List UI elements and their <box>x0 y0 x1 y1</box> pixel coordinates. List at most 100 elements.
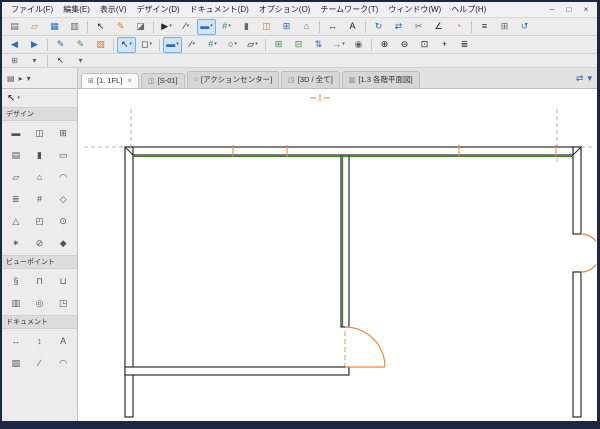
menu-document[interactable]: ドキュメント(D) <box>185 3 254 16</box>
zone-tool[interactable]: ◰ <box>28 211 52 231</box>
organizer-button[interactable]: ⊞ <box>495 19 514 35</box>
door-tool-button[interactable]: ◫ <box>257 19 276 35</box>
lamp-tool[interactable]: ✶ <box>4 233 28 253</box>
panel-expand-button[interactable]: ▸ <box>19 74 23 83</box>
text-tool[interactable]: A <box>51 331 75 351</box>
floor-plan-canvas[interactable] <box>78 89 597 421</box>
toolbox-panel-button[interactable]: ▤ <box>7 74 15 83</box>
layer-list-button[interactable]: ≣ <box>455 37 474 53</box>
menu-window[interactable]: ウィンドウ(W) <box>383 3 446 16</box>
arrow-tool-button[interactable]: ▶ ▾ <box>157 19 176 35</box>
roof-tool[interactable]: ⌂ <box>28 167 52 187</box>
back-button[interactable]: ◀ <box>5 37 24 53</box>
navigator-button[interactable]: ⊞ <box>5 54 24 67</box>
tab-s01[interactable]: ◫ [S-01] <box>141 73 185 88</box>
door-tool[interactable]: ◫ <box>28 123 52 143</box>
pen-set-button[interactable]: ✎ <box>51 37 70 53</box>
opening-tool[interactable]: ⊘ <box>28 233 52 253</box>
transform-button[interactable]: ⇅ <box>309 37 328 53</box>
toolbox-section-document[interactable]: ドキュメント <box>2 315 77 329</box>
rotate-button[interactable]: ↻ <box>369 19 388 35</box>
railing-tool[interactable]: # <box>28 189 52 209</box>
worksheet-tool[interactable]: ▥ <box>4 293 28 313</box>
menu-options[interactable]: オプション(O) <box>254 3 316 16</box>
pencil-button[interactable]: ✎ <box>111 19 130 35</box>
refresh-button[interactable]: ↺ <box>515 19 534 35</box>
fill-tool[interactable]: ▨ <box>4 353 28 373</box>
wall-tool[interactable]: ▬ <box>4 123 28 143</box>
marquee-tool-button[interactable]: ◻ ▾ <box>137 37 156 53</box>
line-tool-button[interactable]: ∕ ▾ <box>177 19 196 35</box>
pan-button[interactable]: + <box>435 37 454 53</box>
dimension-button[interactable]: ↔ <box>323 19 342 35</box>
move-button[interactable]: → ▾ <box>329 37 348 53</box>
eraser-button[interactable]: ◪ <box>131 19 150 35</box>
menu-help[interactable]: ヘルプ(H) <box>446 3 491 16</box>
curtain-wall-tool[interactable]: ▤ <box>4 145 28 165</box>
circle-tool-button[interactable]: ○ ▾ <box>223 37 242 53</box>
tab-floor-plan[interactable]: ▥ [1.3 各階平面図] <box>342 71 420 88</box>
3d-document-tool[interactable]: ◳ <box>51 293 75 313</box>
detail-tool[interactable]: ◎ <box>28 293 52 313</box>
select-arrow-button[interactable]: ↖ <box>91 19 110 35</box>
elevation-tool[interactable]: ⊓ <box>28 271 52 291</box>
maximize-button[interactable]: □ <box>564 5 574 14</box>
panel-menu-button[interactable]: ▾ <box>27 74 31 83</box>
save-file-button[interactable]: ▦ <box>45 19 64 35</box>
shell-tool[interactable]: ◠ <box>51 167 75 187</box>
mirror-button[interactable]: ⇄ <box>389 19 408 35</box>
fill-pen-button[interactable]: ▨ <box>91 37 110 53</box>
mesh-tool[interactable]: △ <box>4 211 28 231</box>
mini-select-button[interactable]: ↖ <box>51 54 70 67</box>
zoom-fit-button[interactable]: ⊡ <box>415 37 434 53</box>
menu-teamwork[interactable]: チームワーク(T) <box>315 3 383 16</box>
window-tool[interactable]: ⊞ <box>51 123 75 143</box>
beam-tool[interactable]: ▭ <box>51 145 75 165</box>
marker-tool[interactable]: ◆ <box>51 233 75 253</box>
wall-tool-button-2[interactable]: ▬ ▾ <box>163 37 182 53</box>
menu-edit[interactable]: 編集(E) <box>58 3 95 16</box>
mini-select-caret-button[interactable]: ▾ <box>71 54 90 67</box>
select-arrow-tool[interactable]: ↖ ▾ <box>2 89 77 107</box>
new-file-button[interactable]: ▤ <box>5 19 24 35</box>
tab-close-icon[interactable]: × <box>127 76 132 85</box>
select-tool-button[interactable]: ↖ ▾ <box>117 37 136 53</box>
minimize-button[interactable]: – <box>547 5 557 14</box>
column-tool-button[interactable]: ▮ <box>237 19 256 35</box>
split-button[interactable]: ✂ <box>409 19 428 35</box>
menu-design[interactable]: デザイン(D) <box>132 3 185 16</box>
menu-view[interactable]: 表示(V) <box>95 3 132 16</box>
object-tool[interactable]: ⊙ <box>51 211 75 231</box>
tab-1fl[interactable]: ⊞ [1. 1FL] × <box>81 73 139 88</box>
marker-button[interactable]: ◔ <box>449 19 468 35</box>
toolbox-section-viewpoint[interactable]: ビューポイント <box>2 255 77 269</box>
line-tool[interactable]: ∕ <box>28 353 52 373</box>
object-tool-button[interactable]: ⌂ <box>297 19 316 35</box>
tab-action-center[interactable]: ⌂ [アクションセンター] <box>187 71 280 88</box>
section-tool[interactable]: § <box>4 271 28 291</box>
level-dimension-tool[interactable]: ↕ <box>28 331 52 351</box>
pen-color-button[interactable]: ✎ <box>71 37 90 53</box>
dimension-tool[interactable]: ↔ <box>4 331 28 351</box>
polyline-tool-button[interactable]: ▱ ▾ <box>243 37 262 53</box>
interior-elevation-tool[interactable]: ⊔ <box>51 271 75 291</box>
grid-tool-button[interactable]: # ▾ <box>217 19 236 35</box>
grid-snap-button[interactable]: # ▾ <box>203 37 222 53</box>
navigator-caret-button[interactable]: ▾ <box>25 54 44 67</box>
layers-button[interactable]: ≡ <box>475 19 494 35</box>
arc-tool[interactable]: ◠ <box>51 353 75 373</box>
group-button[interactable]: ⊞ <box>269 37 288 53</box>
forward-button[interactable]: ▶ <box>25 37 44 53</box>
close-button[interactable]: × <box>581 5 591 14</box>
ungroup-button[interactable]: ⊟ <box>289 37 308 53</box>
column-tool[interactable]: ▮ <box>28 145 52 165</box>
tab-3d-all[interactable]: ◳ [3D / 全て] <box>281 71 340 88</box>
snap-button[interactable]: ◉ <box>349 37 368 53</box>
tab-menu-button[interactable]: ▾ <box>587 73 592 84</box>
wall-tool-button[interactable]: ▬ ▾ <box>197 19 216 35</box>
morph-tool[interactable]: ◇ <box>51 189 75 209</box>
window-tool-button[interactable]: ⊞ <box>277 19 296 35</box>
toolbox-section-design[interactable]: デザイン <box>2 107 77 121</box>
zoom-out-button[interactable]: ⊖ <box>395 37 414 53</box>
open-file-button[interactable]: ▱ <box>25 19 44 35</box>
